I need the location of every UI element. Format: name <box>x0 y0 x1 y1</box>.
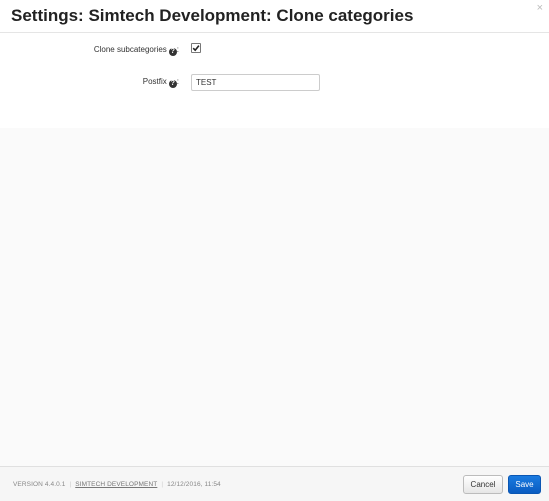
question-circle-icon[interactable]: ? <box>168 80 177 88</box>
label-colon: : <box>176 45 179 54</box>
footer-datetime: 12/12/2016, 11:54 <box>167 481 221 488</box>
version-text: VERSION 4.4.0.1 <box>13 481 66 488</box>
footer-info: VERSION 4.4.0.1 | SIMTECH DEVELOPMENT | 12/1… <box>13 481 221 488</box>
checkmark-icon <box>192 45 200 52</box>
dialog-header: Settings: Simtech Development: Clone cat… <box>0 0 549 33</box>
footer-separator: | <box>69 481 72 488</box>
postfix-input[interactable] <box>191 74 320 91</box>
postfix-row: Postfix?: <box>0 74 549 94</box>
settings-form: Clone subcategories?: Postfix?: <box>0 33 549 128</box>
postfix-label: Postfix?: <box>143 77 179 88</box>
dialog-footer: VERSION 4.4.0.1 | SIMTECH DEVELOPMENT | 12/1… <box>0 466 549 501</box>
company-link[interactable]: SIMTECH DEVELOPMENT <box>75 481 157 488</box>
clone-subcategories-row: Clone subcategories?: <box>0 42 549 62</box>
clone-subcategories-label-text: Clone subcategories <box>93 45 167 54</box>
postfix-label-text: Postfix <box>142 77 167 86</box>
footer-separator: | <box>161 481 164 488</box>
dialog-body: Clone subcategories?: Postfix?: <box>0 33 549 466</box>
label-colon: : <box>176 77 179 86</box>
save-button[interactable]: Save <box>508 475 541 494</box>
dialog-title: Settings: Simtech Development: Clone cat… <box>11 6 414 25</box>
clone-subcategories-label: Clone subcategories?: <box>94 45 179 56</box>
question-circle-icon[interactable]: ? <box>168 48 177 56</box>
cancel-button[interactable]: Cancel <box>463 475 503 494</box>
close-icon[interactable]: × <box>537 2 543 14</box>
clone-subcategories-checkbox[interactable] <box>191 43 201 53</box>
